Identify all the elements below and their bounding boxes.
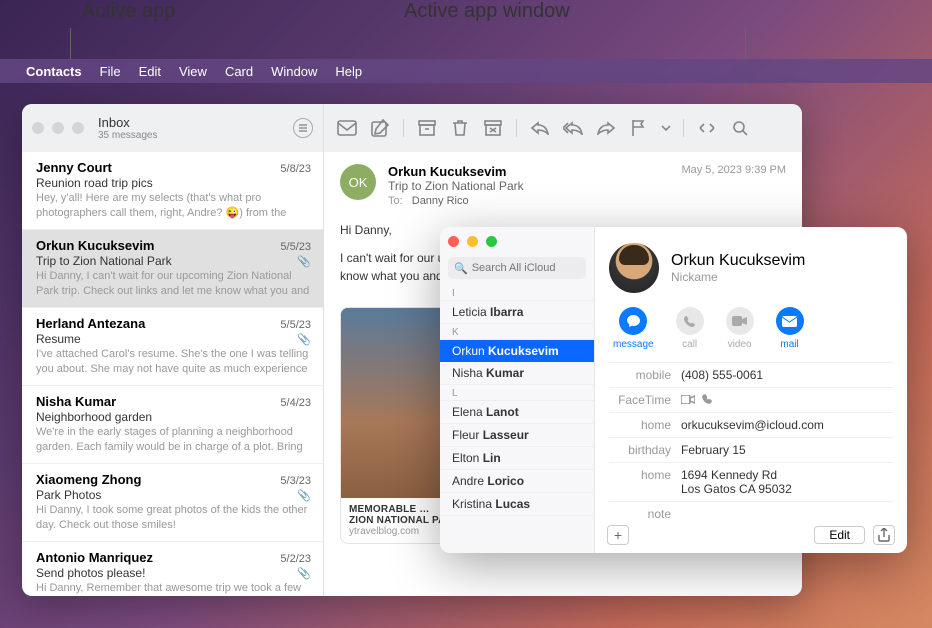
contacts-window: 🔍 ILeticia IbarraKOrkun KucuksevimNisha … [440,227,907,553]
avatar: OK [340,164,376,200]
message-item[interactable]: Xiaomeng Zhong5/3/23 Park Photos📎 Hi Dan… [22,464,323,542]
message-item[interactable]: Orkun Kucuksevim5/5/23 Trip to Zion Nati… [22,230,323,308]
edit-button[interactable]: Edit [814,526,865,544]
to-name: Danny Rico [412,195,469,207]
flag-dropdown-icon[interactable] [659,117,673,139]
contact-row[interactable]: Elena Lanot [440,401,594,424]
contact-row[interactable]: Orkun Kucuksevim [440,340,594,362]
menubar: Contacts File Edit View Card Window Help [0,59,932,83]
section-header: L [440,385,594,401]
field-address[interactable]: home1694 Kennedy RdLos Gatos CA 95032 [609,462,893,501]
forward-icon[interactable] [593,117,619,139]
search-icon[interactable] [727,117,753,139]
junk-icon[interactable] [480,117,506,139]
contacts-list[interactable]: ILeticia IbarraKOrkun KucuksevimNisha Ku… [440,285,594,553]
mail-sidebar: Inbox 35 messages Jenny Court5/8/23 Reun… [22,104,324,596]
message-count: 35 messages [98,130,157,141]
contact-row[interactable]: Elton Lin [440,447,594,470]
reply-all-icon[interactable] [560,117,586,139]
callout-active-app: Active app [82,0,175,23]
contact-name: Orkun Kucuksevim [671,252,805,270]
field-facetime[interactable]: FaceTime [609,387,893,412]
message-item[interactable]: Antonio Manriquez5/2/23 Send photos plea… [22,542,323,596]
to-label: To: [388,195,403,207]
share-icon[interactable] [873,525,895,545]
call-button[interactable]: call [676,307,704,350]
video-button[interactable]: video [726,307,754,350]
contact-row[interactable]: Kristina Lucas [440,493,594,516]
callout-active-window: Active app window [404,0,570,23]
contact-card: Orkun Kucuksevim Nickame message call vi… [595,227,907,553]
archive-icon[interactable] [414,117,440,139]
search-input[interactable] [472,262,580,274]
menu-edit[interactable]: Edit [139,64,161,79]
reply-icon[interactable] [527,117,553,139]
contact-row[interactable]: Andre Lorico [440,470,594,493]
menu-help[interactable]: Help [335,64,362,79]
contact-subtitle: Nickame [671,270,805,284]
menu-view[interactable]: View [179,64,207,79]
field-mobile[interactable]: mobile(408) 555-0061 [609,362,893,387]
mail-header: OK Orkun Kucuksevim Trip to Zion Nationa… [324,152,802,217]
message-list[interactable]: Jenny Court5/8/23 Reunion road trip pics… [22,152,323,596]
attachment-icon: 📎 [297,333,311,346]
maximize-button[interactable] [486,236,497,247]
menu-file[interactable]: File [100,64,121,79]
mail-from: Orkun Kucuksevim [388,164,669,179]
more-icon[interactable] [694,117,720,139]
message-item[interactable]: Jenny Court5/8/23 Reunion road trip pics… [22,152,323,230]
attachment-icon: 📎 [297,567,311,580]
menubar-app-name[interactable]: Contacts [26,64,82,79]
field-note[interactable]: note [609,501,893,526]
message-item[interactable]: Herland Antezana5/5/23 Resume📎 I've atta… [22,308,323,386]
mail-titlebar: Inbox 35 messages [22,104,323,152]
search-field[interactable]: 🔍 [448,257,586,279]
field-email[interactable]: homeorkucuksevim@icloud.com [609,412,893,437]
contact-row[interactable]: Fleur Lasseur [440,424,594,447]
envelope-icon[interactable] [334,117,360,139]
compose-icon[interactable] [367,117,393,139]
trash-icon[interactable] [447,117,473,139]
callout-line [70,28,71,59]
message-item[interactable]: Nisha Kumar5/4/23 Neighborhood garden We… [22,386,323,464]
contact-avatar[interactable] [609,243,659,293]
contact-row[interactable]: Nisha Kumar [440,362,594,385]
mail-date: May 5, 2023 9:39 PM [681,164,786,207]
mail-button[interactable]: mail [776,307,804,350]
mail-toolbar [324,104,802,152]
attachment-icon: 📎 [297,255,311,268]
section-header: I [440,285,594,301]
mail-subject: Trip to Zion National Park [388,179,669,193]
menu-window[interactable]: Window [271,64,317,79]
flag-icon[interactable] [626,117,652,139]
attachment-icon: 📎 [297,489,311,502]
menu-card[interactable]: Card [225,64,253,79]
filter-icon[interactable] [293,118,313,138]
minimize-button[interactable] [467,236,478,247]
message-button[interactable]: message [613,307,654,350]
close-button[interactable] [448,236,459,247]
contact-row[interactable]: Leticia Ibarra [440,301,594,324]
contacts-sidebar: 🔍 ILeticia IbarraKOrkun KucuksevimNisha … [440,227,595,553]
inbox-title: Inbox [98,115,157,130]
add-button[interactable]: + [607,525,629,545]
contacts-titlebar [440,227,594,255]
search-icon: 🔍 [454,262,468,275]
section-header: K [440,324,594,340]
field-birthday[interactable]: birthdayFebruary 15 [609,437,893,462]
traffic-lights[interactable] [32,122,84,134]
